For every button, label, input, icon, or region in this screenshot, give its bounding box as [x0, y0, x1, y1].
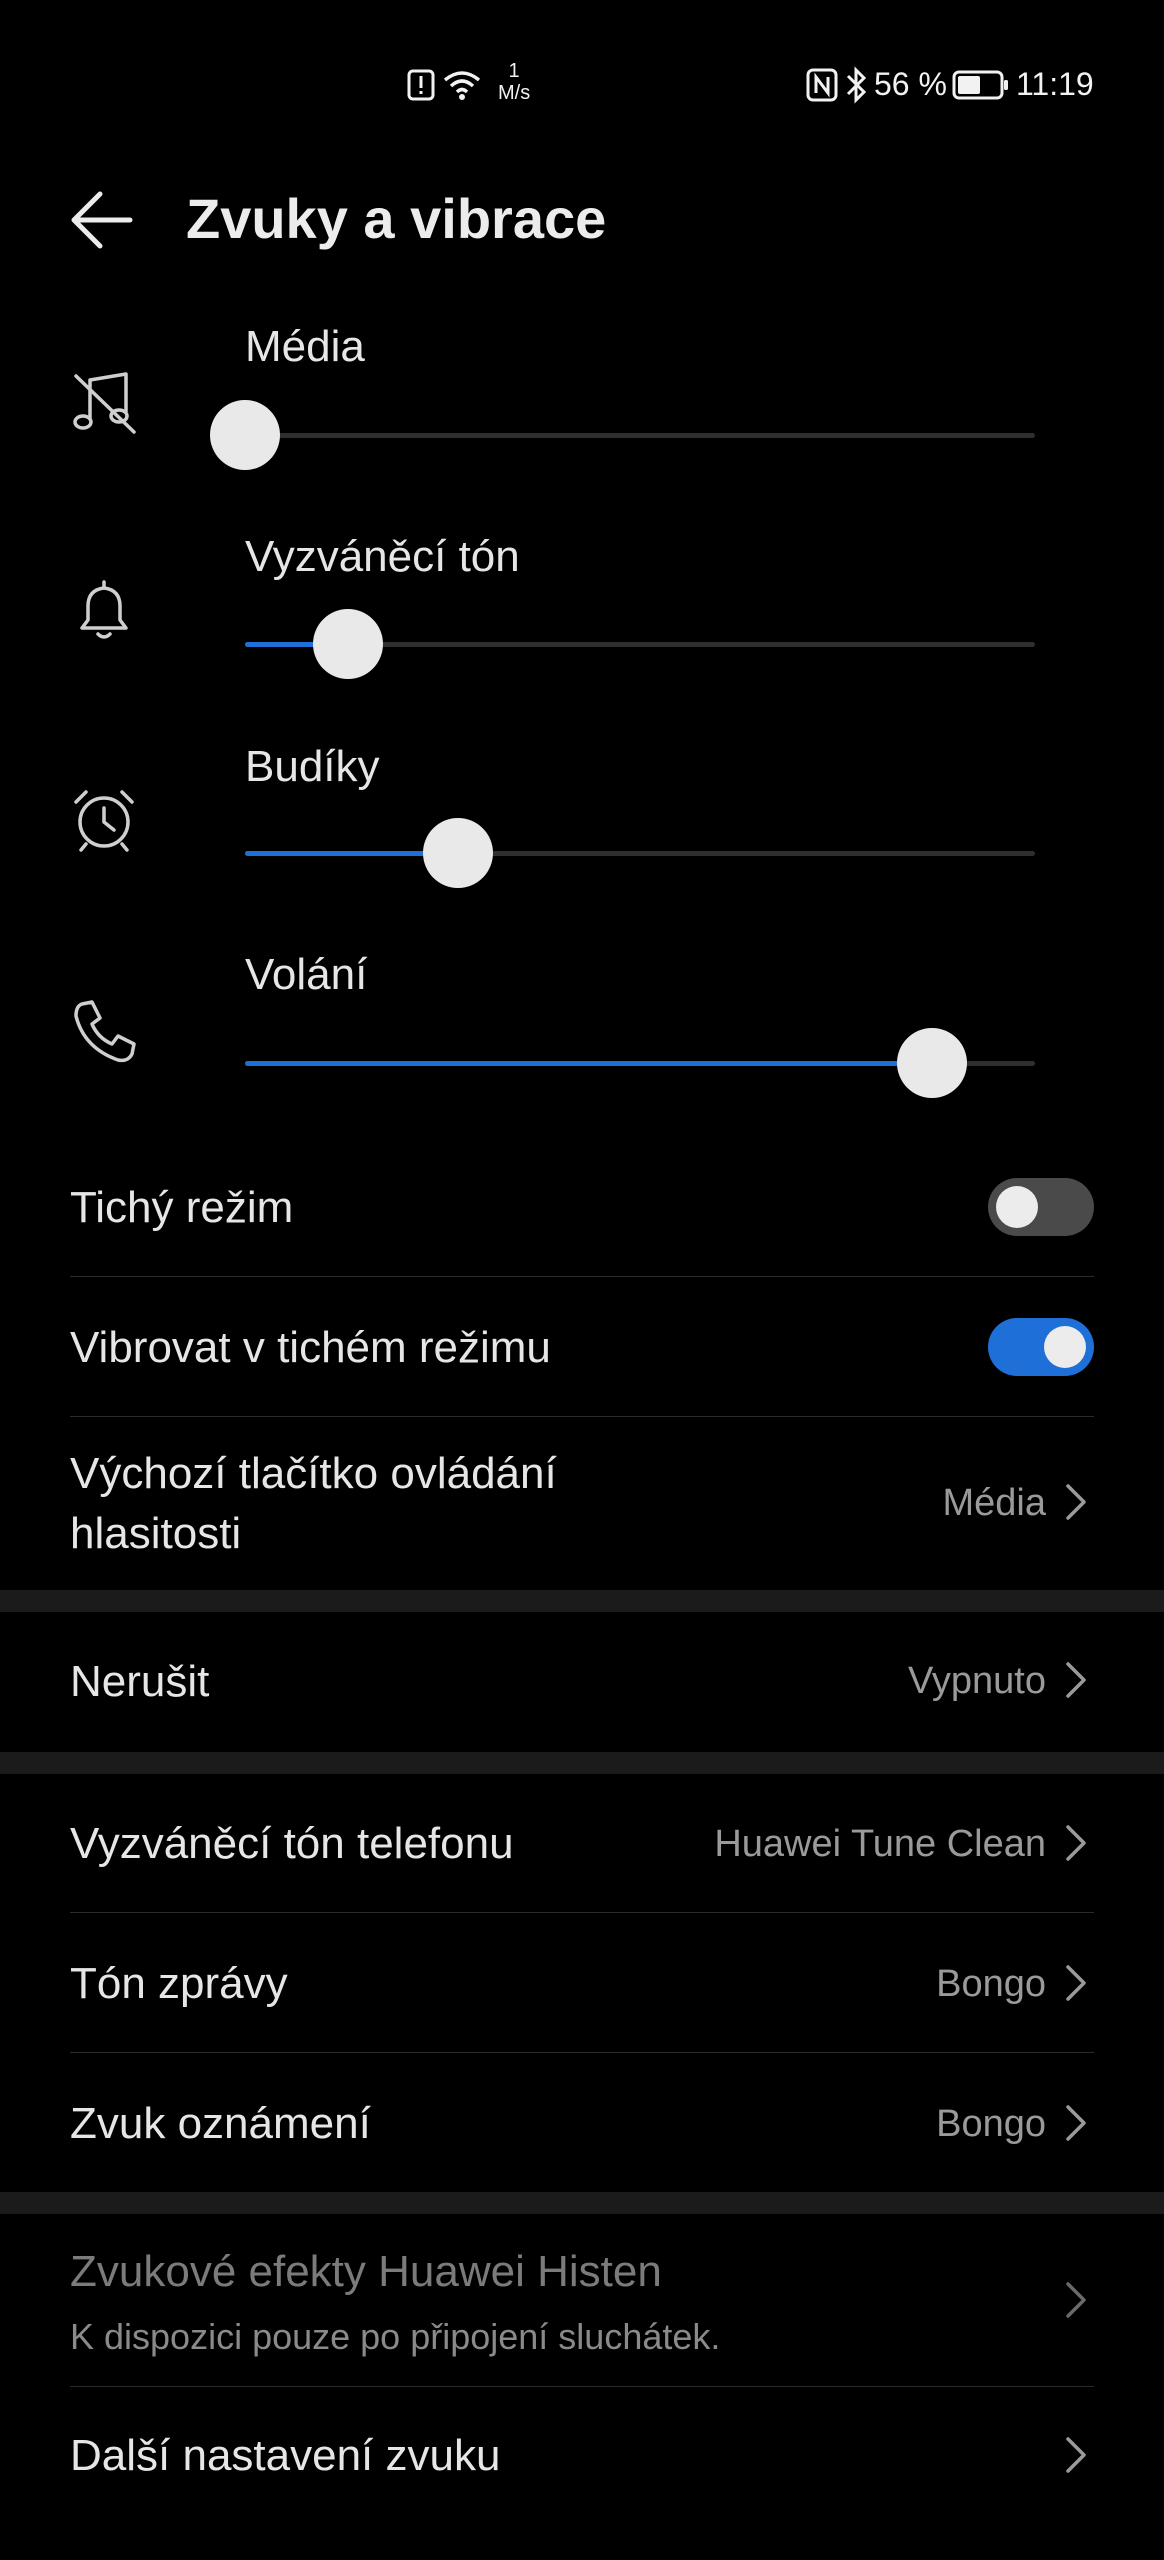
silent-mode-toggle[interactable]: [988, 1178, 1094, 1236]
dnd-value: Vypnuto: [907, 1660, 1046, 1702]
section-separator: [0, 1752, 1164, 1774]
battery-icon: [952, 70, 1008, 100]
more-sound-settings-label: Další nastavení zvuku: [70, 2431, 501, 2480]
network-speed: 1 M/s: [498, 60, 530, 104]
music-muted-icon: [73, 372, 136, 434]
notification-sound-value: Bongo: [936, 2103, 1046, 2145]
ringtone-volume-label: Vyzváněcí tón: [245, 532, 520, 581]
divider: [70, 1276, 1094, 1277]
vibrate-silent-toggle[interactable]: [988, 1318, 1094, 1376]
alarm-volume-thumb[interactable]: [423, 818, 494, 888]
divider: [70, 2052, 1094, 2053]
phone-ringtone-label: Vyzváněcí tón telefonu: [70, 1819, 514, 1868]
chevron-right-icon: [1066, 2105, 1086, 2141]
network-speed-value: 1: [508, 60, 520, 82]
message-tone-value: Bongo: [936, 1963, 1046, 2005]
vibrate-silent-label: Vibrovat v tichém režimu: [70, 1323, 551, 1372]
bell-icon: [80, 580, 128, 639]
call-volume-thumb[interactable]: [897, 1028, 968, 1098]
divider: [70, 1416, 1094, 1417]
toggle-knob: [996, 1186, 1038, 1228]
chevron-right-icon: [1066, 1662, 1086, 1698]
nfc-icon: [806, 68, 838, 102]
wifi-icon: [443, 71, 481, 100]
alarm-volume-label: Budíky: [245, 742, 380, 791]
alarm-volume-slider[interactable]: [245, 818, 1035, 888]
chevron-right-icon: [1066, 2282, 1086, 2318]
call-volume-fill: [245, 1061, 933, 1066]
ringtone-volume-slider[interactable]: [245, 609, 1035, 679]
media-volume-label: Média: [245, 322, 365, 371]
silent-mode-label: Tichý režim: [70, 1183, 294, 1232]
call-volume-label: Volání: [245, 950, 368, 999]
chevron-right-icon: [1066, 1484, 1086, 1520]
battery-percent: 56 %: [874, 66, 947, 102]
histen-sublabel: K dispozici pouze po připojení sluchátek…: [70, 2316, 721, 2357]
back-arrow-icon[interactable]: [70, 188, 134, 252]
media-volume-thumb[interactable]: [210, 400, 280, 470]
toggle-knob: [1044, 1326, 1086, 1368]
ringtone-volume-thumb[interactable]: [312, 609, 383, 679]
chevron-right-icon: [1066, 2437, 1086, 2473]
message-tone-label: Tón zprávy: [70, 1959, 288, 2008]
notification-sound-label: Zvuk oznámení: [70, 2099, 371, 2148]
divider: [70, 2386, 1094, 2387]
page-title: Zvuky a vibrace: [186, 187, 607, 250]
divider: [70, 1912, 1094, 1913]
section-separator: [0, 1590, 1164, 1612]
histen-label: Zvukové efekty Huawei Histen: [70, 2247, 662, 2296]
clock: 11:19: [1016, 66, 1094, 102]
default-volume-label-line1: Výchozí tlačítko ovládání: [70, 1449, 557, 1498]
status-bar: 1 M/s 56 % 11:19: [0, 0, 1164, 170]
bluetooth-icon: [846, 66, 867, 104]
phone-icon: [74, 1000, 136, 1063]
network-speed-unit: M/s: [498, 82, 531, 104]
call-volume-slider[interactable]: [245, 1028, 1035, 1098]
alert-icon: [407, 69, 435, 101]
section-separator: [0, 2192, 1164, 2214]
chevron-right-icon: [1066, 1965, 1086, 2001]
default-volume-label-line2: hlasitosti: [70, 1509, 242, 1558]
dnd-label: Nerušit: [70, 1657, 210, 1706]
alarm-clock-icon: [74, 790, 134, 852]
media-volume-slider[interactable]: [210, 400, 1035, 470]
default-volume-value: Média: [942, 1482, 1047, 1524]
phone-ringtone-value: Huawei Tune Clean: [714, 1823, 1046, 1865]
chevron-right-icon: [1066, 1825, 1086, 1861]
